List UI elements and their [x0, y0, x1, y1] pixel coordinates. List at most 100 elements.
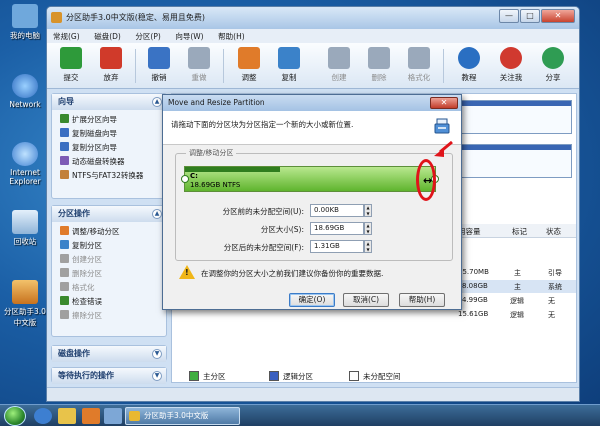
wizard-dynamic-disk[interactable]: 动态磁盘转换器 [52, 155, 166, 169]
toolbar-label: 创建 [331, 73, 347, 82]
close-button[interactable]: ✕ [541, 9, 575, 23]
start-button[interactable] [4, 406, 26, 426]
toolbar-commit-button[interactable]: 提交 [51, 47, 91, 83]
op-copy-partition[interactable]: 复制分区 [52, 239, 166, 253]
wizard-ntfs-fat32[interactable]: NTFS与FAT32转换器 [52, 169, 166, 183]
copy-partition-icon [60, 142, 69, 151]
partition-ops-header[interactable]: 分区操作 ▲ [52, 206, 166, 222]
toolbar-follow-button[interactable]: 关注我 [491, 47, 531, 83]
help-button[interactable]: 帮助(H) [399, 293, 445, 307]
dialog-titlebar[interactable]: Move and Resize Partition ✕ [163, 95, 461, 111]
unallocated-after-input[interactable]: 1.31GB [310, 240, 364, 253]
menu-general[interactable]: 常规(G) [47, 29, 86, 44]
menu-disk[interactable]: 磁盘(D) [88, 29, 127, 44]
toolbar-label: 调整 [241, 73, 257, 82]
quicklaunch-icon[interactable] [104, 408, 122, 424]
table-row[interactable]: 8.08GB 主 系统 [458, 280, 576, 293]
wizard-extend-partition[interactable]: 扩展分区向导 [52, 113, 166, 127]
internet-explorer-icon [12, 142, 38, 166]
status-bar [47, 387, 579, 401]
toolbar-discard-button[interactable]: 放弃 [91, 47, 131, 83]
table-row[interactable]: 75.70MB 主 引导 [458, 266, 576, 279]
toolbar-label: 教程 [461, 73, 477, 82]
toolbar-undo-button[interactable]: 撤销 [139, 47, 179, 83]
spinner-button[interactable]: ▲ ▼ [364, 240, 372, 253]
toolbar-create-button[interactable]: 创建 [319, 47, 359, 83]
partition-block[interactable]: C: 18.69GB NTFS [181, 166, 439, 192]
op-check-errors[interactable]: 检查错误 [52, 295, 166, 309]
toolbar-format-button[interactable]: 格式化 [399, 47, 439, 83]
menu-partition[interactable]: 分区(P) [129, 29, 166, 44]
spinner-button[interactable]: ▲ ▼ [364, 222, 372, 235]
unallocated-before-input[interactable]: 0.00KB [310, 204, 364, 217]
left-resize-handle[interactable] [181, 175, 189, 183]
wizard-copy-disk[interactable]: 复制磁盘向导 [52, 127, 166, 141]
col-flag[interactable]: 标记 [512, 226, 527, 237]
field-label: 分区前的未分配空间(U): [222, 207, 304, 216]
create-icon [60, 254, 69, 263]
window-title: 分区助手3.0中文版(稳定、易用且免费) [66, 13, 205, 22]
desktop-icon-internet-explorer[interactable]: Internet Explorer [2, 142, 48, 186]
col-status[interactable]: 状态 [546, 226, 561, 237]
maximize-button[interactable]: □ [520, 9, 540, 23]
copy-icon [60, 240, 69, 249]
partition-size-input[interactable]: 18.69GB [310, 222, 364, 235]
toolbar-redo-button[interactable]: 重做 [179, 47, 219, 83]
wizard-panel: 向导 ▲ 扩展分区向导 复制磁盘向导 复制分区向导 动态磁盘转换器 NTFS与F… [51, 93, 167, 199]
disk-map-1[interactable] [448, 100, 572, 134]
toolbar-delete-button[interactable]: 删除 [359, 47, 399, 83]
minimize-button[interactable]: — [499, 9, 519, 23]
toolbar-resize-button[interactable]: 调整 [229, 47, 269, 83]
follow-icon [500, 47, 522, 69]
undo-icon [148, 47, 170, 69]
disk-map-2[interactable] [448, 144, 572, 178]
media-quicklaunch-icon[interactable] [82, 408, 100, 424]
collapse-icon[interactable]: ▲ [152, 209, 162, 219]
menu-wizard[interactable]: 向导(W) [169, 29, 209, 44]
cell: 逻辑 [510, 297, 524, 305]
disk-usage-bar [449, 101, 571, 106]
op-resize-move[interactable]: 调整/移动分区 [52, 225, 166, 239]
desktop-icon-partition-assistant[interactable]: 分区助手3.0中文版 [2, 280, 48, 328]
disk-ops-header[interactable]: 磁盘操作 ▼ [52, 346, 166, 362]
expand-icon[interactable]: ▼ [152, 371, 162, 381]
partition-name: C: [190, 172, 198, 180]
op-format[interactable]: 格式化 [52, 281, 166, 295]
op-wipe-partition[interactable]: 擦除分区 [52, 309, 166, 323]
desktop-icon-label: 我的电脑 [10, 31, 40, 40]
desktop-icon-recycle-bin[interactable]: 回收站 [2, 210, 48, 247]
item-label: 调整/移动分区 [72, 227, 120, 236]
partition-used-bar [185, 167, 280, 172]
toolbar-tutorial-button[interactable]: 教程 [449, 47, 489, 83]
pending-ops-header[interactable]: 等待执行的操作 ▼ [52, 368, 166, 384]
ie-quicklaunch-icon[interactable] [34, 408, 52, 424]
spinner-button[interactable]: ▲ ▼ [364, 204, 372, 217]
wizard-copy-partition[interactable]: 复制分区向导 [52, 141, 166, 155]
desktop-icon-my-computer[interactable]: 我的电脑 [2, 4, 48, 41]
wizard-panel-header[interactable]: 向导 ▲ [52, 94, 166, 110]
explorer-quicklaunch-icon[interactable] [58, 408, 76, 424]
partition-table-header: 用容量 标记 状态 [458, 224, 576, 238]
op-delete-partition[interactable]: 删除分区 [52, 267, 166, 281]
desktop-icon-network[interactable]: Network [2, 74, 48, 109]
legend-label: 逻辑分区 [283, 372, 313, 381]
menu-help[interactable]: 帮助(H) [212, 29, 251, 44]
ntfs-fat32-icon [60, 170, 69, 179]
ok-button[interactable]: 确定(O) [289, 293, 335, 307]
op-create-partition[interactable]: 创建分区 [52, 253, 166, 267]
toolbar-label: 分享 [545, 73, 561, 82]
expand-icon[interactable]: ▼ [152, 349, 162, 359]
taskbar-app-button[interactable]: 分区助手3.0中文版 [125, 407, 240, 425]
table-row[interactable]: 15.61GB 逻辑 无 [458, 308, 576, 321]
toolbar-share-button[interactable]: 分享 [533, 47, 573, 83]
unallocated-before-row: 分区前的未分配空间(U): 0.00KB ▲ ▼ [176, 204, 454, 218]
toolbar-label: 复制 [281, 73, 297, 82]
cancel-button[interactable]: 取消(C) [343, 293, 389, 307]
toolbar-copy-button[interactable]: 复制 [269, 47, 309, 83]
tutorial-icon [458, 47, 480, 69]
collapse-icon[interactable]: ▲ [152, 97, 162, 107]
dialog-close-button[interactable]: ✕ [430, 97, 458, 109]
cell: 8.08GB [462, 282, 488, 290]
table-row[interactable]: 4.99GB 逻辑 无 [458, 294, 576, 307]
window-titlebar[interactable]: 分区助手3.0中文版(稳定、易用且免费) — □ ✕ [47, 7, 579, 29]
